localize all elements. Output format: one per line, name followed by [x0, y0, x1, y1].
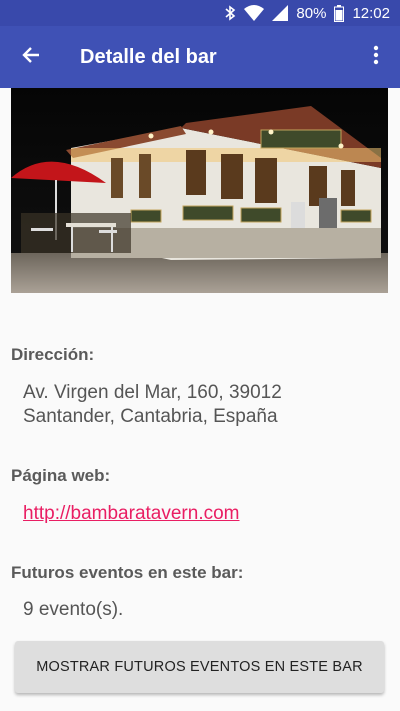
website-link[interactable]: http://bambaratavern.com: [23, 502, 240, 526]
back-button[interactable]: [0, 26, 62, 88]
signal-icon: [272, 5, 289, 21]
website-label: Página web:: [11, 466, 111, 485]
show-future-events-button[interactable]: MOSTRAR FUTUROS EVENTOS EN ESTE BAR: [15, 641, 384, 693]
status-bar: 80% 12:02: [0, 0, 400, 26]
page-title: Detalle del bar: [80, 45, 217, 68]
app-bar: Detalle del bar: [0, 26, 400, 88]
events-count: 9 evento(s).: [23, 599, 124, 620]
address-line-1: Av. Virgen del Mar, 160, 39012: [23, 382, 282, 403]
clock: 12:02: [352, 4, 390, 22]
battery-icon: [334, 4, 345, 22]
arrow-back-icon: [22, 46, 40, 69]
address-line-2: Santander, Cantabria, España: [23, 406, 278, 427]
bluetooth-icon: [224, 5, 236, 21]
events-label: Futuros eventos en este bar:: [11, 563, 244, 582]
address-label: Dirección:: [11, 345, 95, 364]
bar-photo: [11, 88, 388, 293]
overflow-menu-button[interactable]: [352, 26, 400, 88]
more-vert-icon: [373, 45, 379, 70]
battery-percent: 80%: [296, 4, 327, 22]
wifi-icon: [244, 5, 265, 21]
